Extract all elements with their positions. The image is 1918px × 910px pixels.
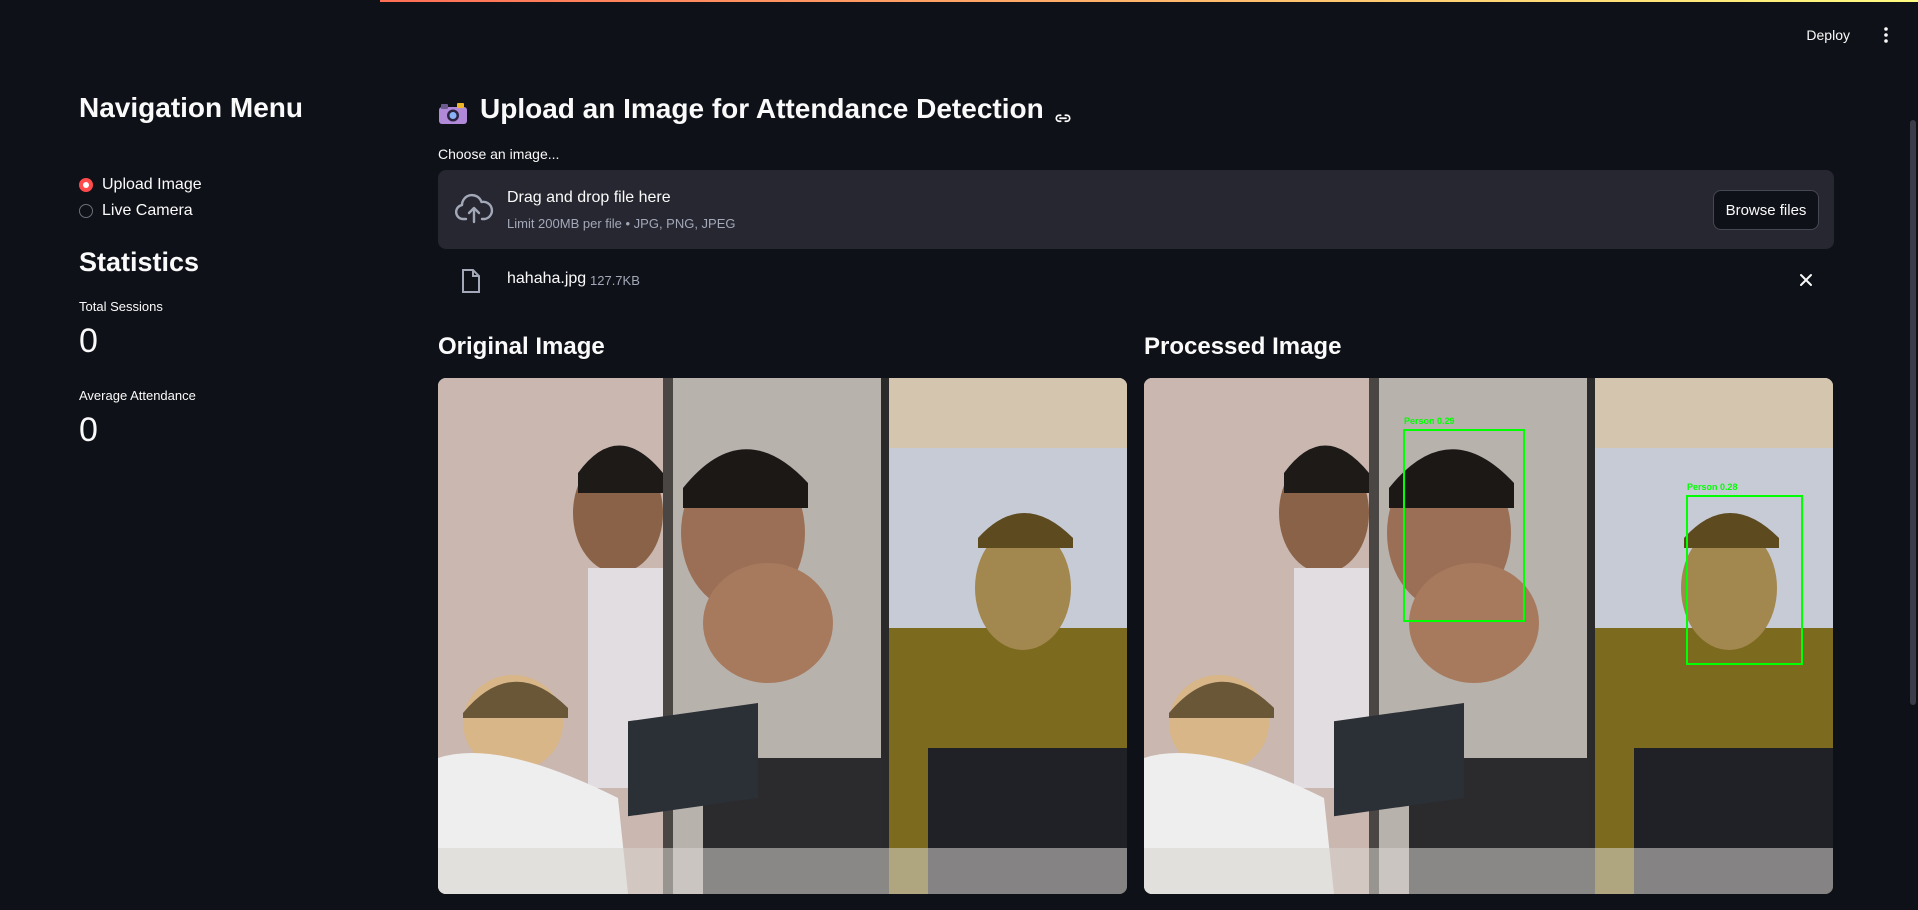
camera-icon [438,97,468,124]
file-size: 127.7KB [590,273,640,288]
radio-live-camera[interactable]: Live Camera [79,198,202,224]
metric-label: Total Sessions [79,299,163,314]
sidebar-title: Navigation Menu [79,92,304,123]
detection-label-2: Person 0.28 [1687,482,1738,492]
processed-image-title: Processed Image [1144,333,1342,360]
original-image [438,378,1127,894]
file-icon [460,268,482,294]
radio-label: Upload Image [102,176,202,193]
radio-upload-image[interactable]: Upload Image [79,172,202,198]
page-title: Upload an Image for Attendance Detection [438,90,1072,128]
kebab-menu-icon[interactable] [1874,23,1898,47]
detection-label-1: Person 0.29 [1404,416,1455,426]
radio-unchecked-icon [79,204,93,218]
dropzone-title: Drag and drop file here [507,189,671,206]
navigation-radio-group: Upload Image Live Camera [79,172,202,224]
processed-image: Person 0.29 Person 0.28 [1144,378,1833,894]
metric-value: 0 [79,411,98,449]
deploy-button[interactable]: Deploy [1800,23,1856,47]
metric-total-sessions: Total Sessions 0 [79,298,163,363]
radio-label: Live Camera [102,202,193,219]
sidebar: Navigation Menu Upload Image Live Camera… [0,0,380,910]
original-image-title: Original Image [438,333,605,360]
cloud-upload-icon [454,192,494,226]
metric-average-attendance: Average Attendance 0 [79,387,196,452]
statistics-title: Statistics [79,247,200,277]
metric-label: Average Attendance [79,388,196,403]
page-scrollbar[interactable] [1910,120,1916,705]
close-icon[interactable] [1796,270,1816,290]
browse-files-button[interactable]: Browse files [1713,190,1819,230]
page-title-text: Upload an Image for Attendance Detection [480,93,1044,124]
radio-checked-icon [79,178,93,192]
file-name: hahaha.jpg [507,270,587,287]
app-toolbar: Deploy [1800,20,1898,50]
uploader-label: Choose an image... [438,146,560,162]
dropzone-limit-text: Limit 200MB per file • JPG, PNG, JPEG [507,216,736,231]
file-dropzone[interactable]: Drag and drop file here Limit 200MB per … [438,170,1834,249]
metric-value: 0 [79,322,98,360]
link-icon[interactable] [1054,100,1072,123]
uploaded-file-row: hahaha.jpg 127.7KB [438,262,1834,298]
